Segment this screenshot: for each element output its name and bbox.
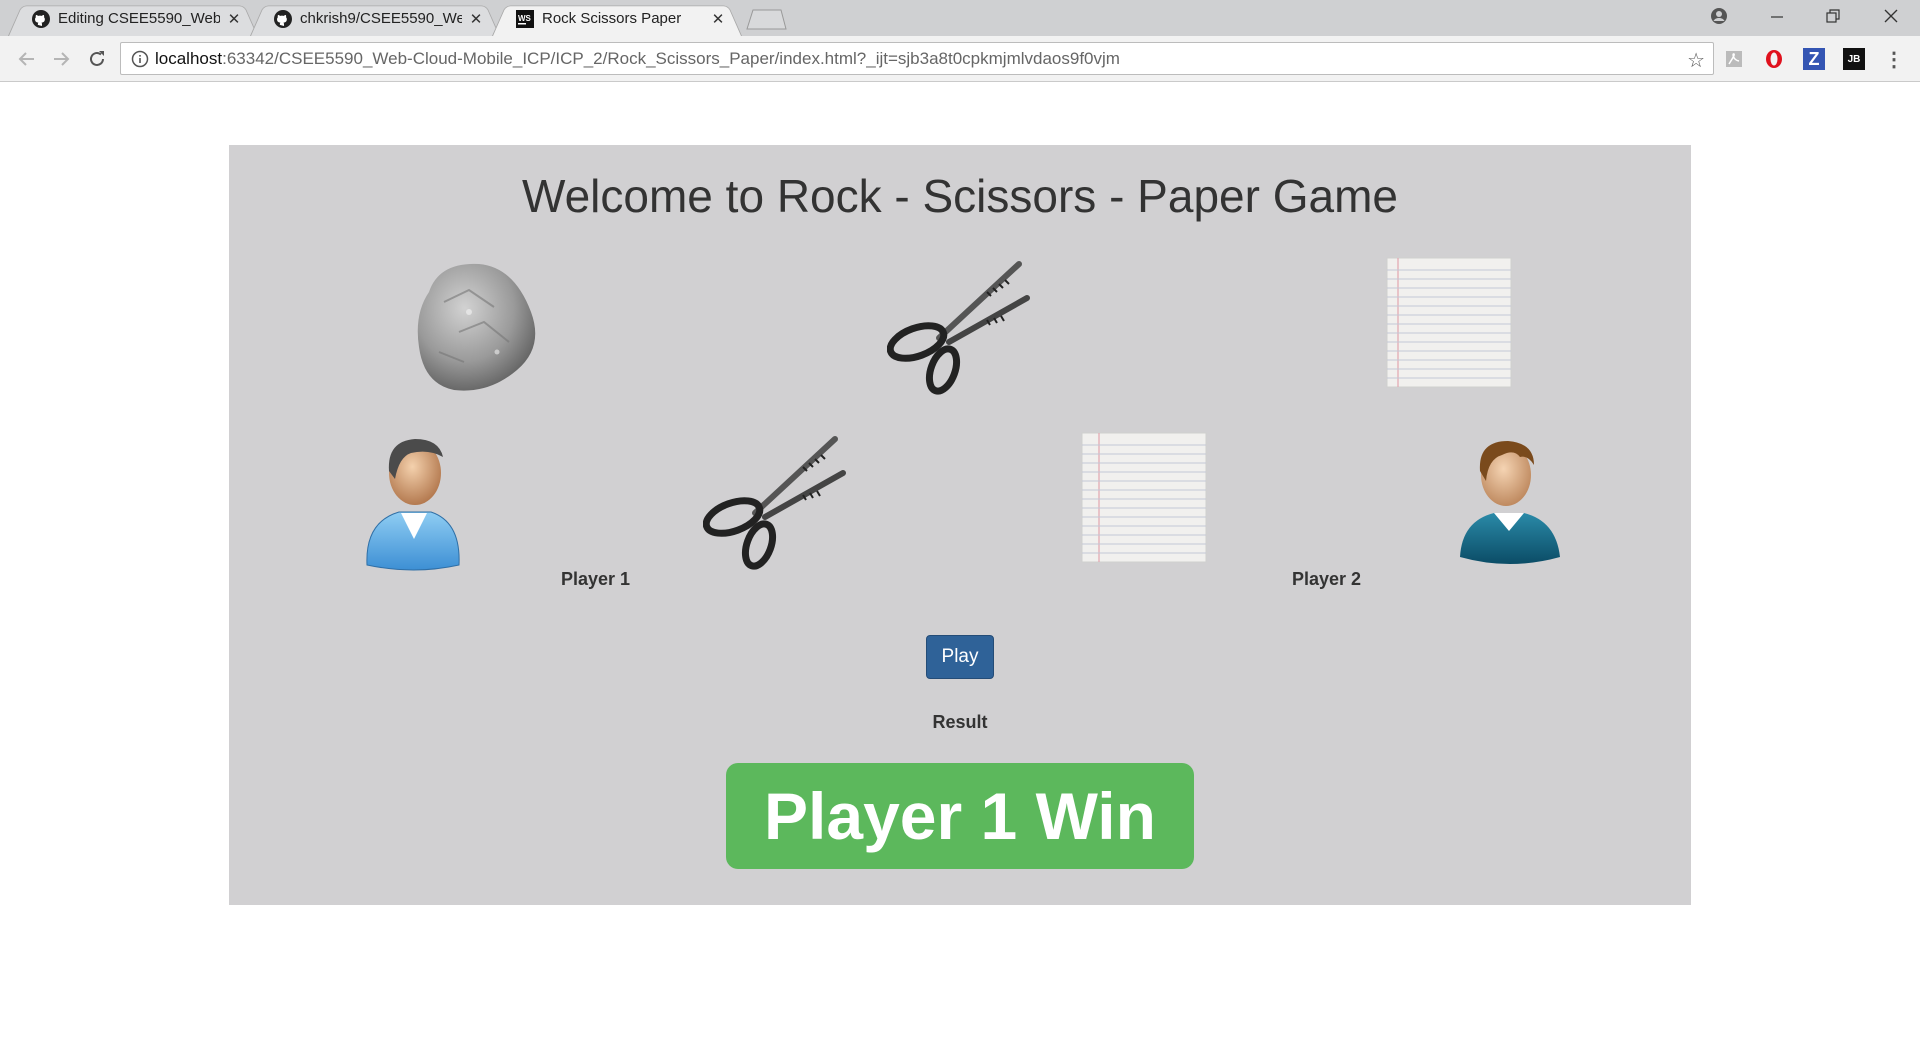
rock-image[interactable]: [399, 252, 545, 398]
player1-avatar: [359, 427, 469, 575]
new-tab-button[interactable]: [745, 8, 787, 30]
opera-icon[interactable]: [1763, 48, 1785, 70]
info-icon[interactable]: [131, 50, 149, 68]
tab-rock-scissors-paper[interactable]: WS Rock Scissors Paper ✕: [492, 1, 742, 37]
tab-title: Editing CSEE5590_Web-C: [58, 10, 220, 27]
play-button[interactable]: Play: [926, 635, 994, 679]
minimize-button[interactable]: [1750, 0, 1804, 32]
result-banner: Player 1 Win: [726, 763, 1194, 869]
menu-dots-icon[interactable]: ⋮: [1883, 48, 1905, 71]
close-icon[interactable]: ✕: [710, 10, 726, 28]
jetbrains-icon[interactable]: JB: [1843, 48, 1865, 70]
browser-toolbar: localhost:63342/CSEE5590_Web-Cloud-Mobil…: [0, 36, 1920, 82]
github-icon: [274, 9, 292, 28]
address-bar[interactable]: localhost:63342/CSEE5590_Web-Cloud-Mobil…: [120, 42, 1714, 75]
close-icon[interactable]: ✕: [468, 10, 484, 28]
player2-label: Player 2: [1292, 569, 1362, 589]
url-path: :63342/CSEE5590_Web-Cloud-Mobile_ICP/ICP…: [222, 48, 1120, 68]
svg-text:WS: WS: [518, 14, 532, 23]
z-icon[interactable]: Z: [1803, 48, 1825, 70]
back-arrow-icon[interactable]: [15, 47, 39, 71]
tab-title: chkrish9/CSEE5590_Web-: [300, 10, 462, 27]
forward-arrow-icon[interactable]: [49, 47, 73, 71]
tab-strip: Editing CSEE5590_Web-C ✕ chkrish9/CSEE55…: [0, 0, 1920, 37]
restore-button[interactable]: [1806, 0, 1860, 32]
scissors-image[interactable]: [886, 250, 1033, 396]
page-title: Welcome to Rock - Scissors - Paper Game: [522, 170, 1398, 222]
reload-icon[interactable]: [85, 47, 109, 71]
player1-label: Player 1: [561, 569, 631, 589]
bookmark-star-icon[interactable]: ☆: [1687, 48, 1705, 73]
player2-avatar: [1454, 429, 1564, 577]
result-label: Result: [932, 712, 988, 732]
game-panel: Welcome to Rock - Scissors - Paper Game: [229, 145, 1691, 905]
player1-selection-image: [702, 425, 849, 571]
player2-selection-image: [1079, 430, 1209, 565]
close-window-button[interactable]: [1864, 0, 1918, 32]
tab-title: Rock Scissors Paper: [542, 10, 682, 27]
github-icon: [32, 9, 50, 28]
paper-image[interactable]: [1384, 255, 1514, 390]
webstorm-icon: WS: [516, 9, 534, 28]
tab-editing[interactable]: Editing CSEE5590_Web-C ✕: [8, 1, 258, 37]
pdf-icon[interactable]: [1723, 48, 1745, 70]
close-icon[interactable]: ✕: [226, 10, 242, 28]
url-host: localhost: [155, 48, 223, 68]
profile-icon[interactable]: [1692, 0, 1746, 32]
tab-github[interactable]: chkrish9/CSEE5590_Web- ✕: [250, 1, 500, 37]
